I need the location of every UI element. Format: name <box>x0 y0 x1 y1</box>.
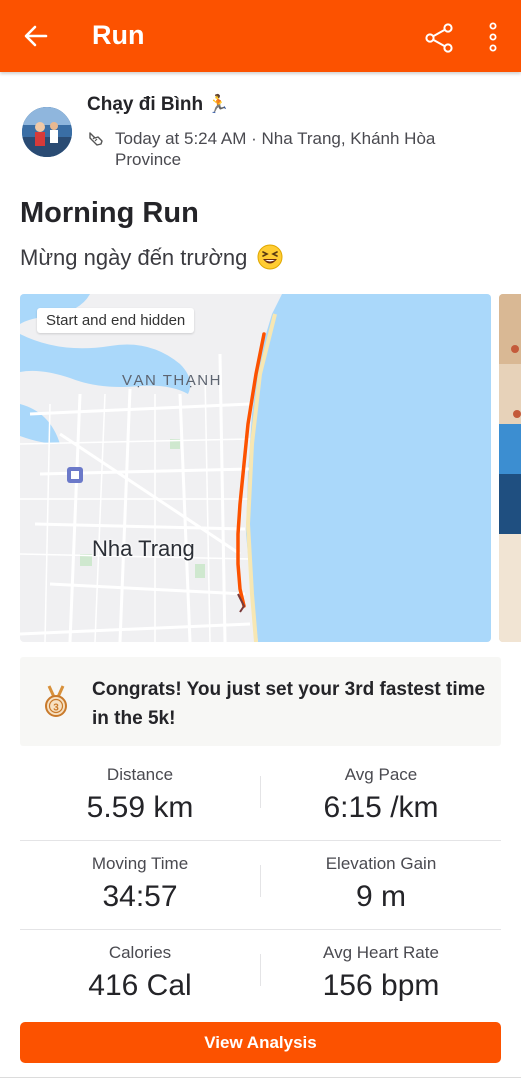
more-vertical-icon[interactable] <box>482 20 504 54</box>
stat-label: Avg Heart Rate <box>323 943 439 962</box>
stat-label: Distance <box>106 765 174 784</box>
activity-title: Morning Run <box>20 197 199 229</box>
achievement-banner[interactable]: 3 Congrats! You just set your 3rd fastes… <box>20 657 501 746</box>
medal-3rd-icon: 3 <box>45 685 67 717</box>
stat-avg-heart-rate: Avg Heart Rate 156 bpm <box>261 930 501 1003</box>
share-icon[interactable] <box>423 22 455 54</box>
stat-value: 156 bpm <box>322 969 440 1002</box>
svg-text:3: 3 <box>53 703 59 714</box>
grinning-squinting-face-icon <box>257 244 283 270</box>
stats-row: Distance 5.59 km Avg Pace 6:15 /km <box>20 752 501 841</box>
route-map[interactable] <box>20 294 491 642</box>
app-bar: Run <box>0 0 521 72</box>
runner-emoji-icon: 🏃 <box>207 94 230 114</box>
view-analysis-button[interactable]: View Analysis <box>20 1022 501 1063</box>
stat-calories: Calories 416 Cal <box>20 930 260 1003</box>
athlete-name[interactable]: Chạy đi Bình <box>87 94 203 115</box>
stat-value: 9 m <box>355 880 406 913</box>
stat-moving-time: Moving Time 34:57 <box>20 841 260 914</box>
stat-distance: Distance 5.59 km <box>20 752 260 825</box>
stats-grid: Distance 5.59 km Avg Pace 6:15 /km Movin… <box>20 752 501 1018</box>
stat-value: 6:15 /km <box>323 791 439 824</box>
stat-value: 5.59 km <box>86 791 194 824</box>
stat-value: 34:57 <box>102 880 178 913</box>
stat-label: Moving Time <box>91 854 189 873</box>
stat-label: Calories <box>108 943 172 962</box>
stats-row: Moving Time 34:57 Elevation Gain 9 m <box>20 841 501 930</box>
activity-description-row: Mừng ngày đến trường <box>20 244 283 271</box>
stat-elevation-gain: Elevation Gain 9 m <box>261 841 501 914</box>
activity-meta: Today at 5:24 AM · Nha Trang, Khánh Hòa … <box>115 129 436 169</box>
shoe-icon <box>89 132 103 146</box>
map-city-label: Nha Trang <box>92 536 195 561</box>
athlete-name-row[interactable]: Chạy đi Bình 🏃 <box>87 94 230 116</box>
stats-row: Calories 416 Cal Avg Heart Rate 156 bpm <box>20 930 501 1018</box>
stat-label: Avg Pace <box>344 765 418 784</box>
activity-photo-preview[interactable] <box>499 294 521 642</box>
map-privacy-pill: Start and end hidden <box>37 308 195 333</box>
stat-value: 416 Cal <box>88 969 192 1002</box>
divider <box>0 1077 521 1078</box>
avatar[interactable] <box>22 107 72 157</box>
page-title: Run <box>92 20 145 50</box>
map-district-label: VẠN THẠNH <box>122 372 222 389</box>
stat-avg-pace: Avg Pace 6:15 /km <box>261 752 501 825</box>
stat-label: Elevation Gain <box>325 854 437 873</box>
achievement-text: Congrats! You just set your 3rd fastest … <box>92 679 486 729</box>
arrow-left-icon[interactable] <box>22 22 50 50</box>
activity-description: Mừng ngày đến trường <box>20 245 248 270</box>
